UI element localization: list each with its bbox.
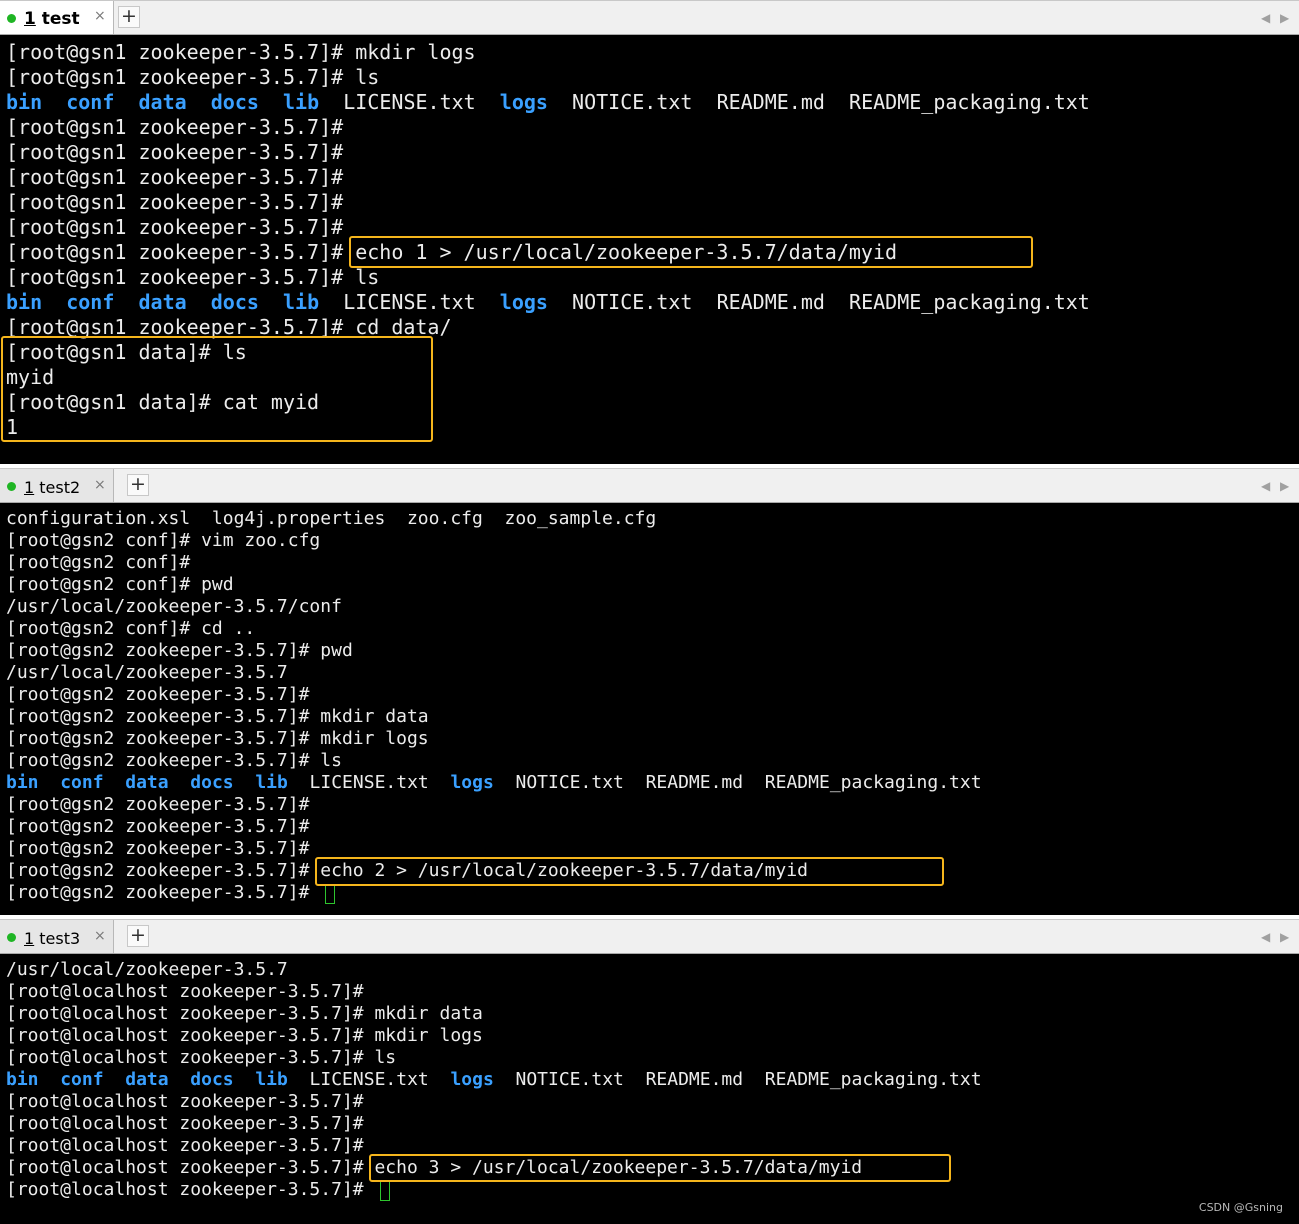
- new-tab-button[interactable]: +: [118, 6, 140, 28]
- terminal-line: /usr/local/zookeeper-3.5.7: [6, 662, 288, 683]
- terminal-line: /usr/local/zookeeper-3.5.7/conf: [6, 596, 342, 617]
- scroll-tabs-left-icon[interactable]: ◀: [1261, 11, 1270, 25]
- terminal-line: [root@gsn1 zookeeper-3.5.7]#: [6, 140, 344, 164]
- terminal-line: [root@gsn2 zookeeper-3.5.7]#: [6, 794, 310, 815]
- terminal-line: [root@gsn2 zookeeper-3.5.7]# pwd: [6, 640, 353, 661]
- new-tab-button[interactable]: +: [127, 474, 149, 496]
- terminal-cursor: [325, 884, 335, 904]
- terminal-pane-1[interactable]: [root@gsn1 zookeeper-3.5.7]# mkdir logs …: [0, 35, 1299, 464]
- ls-output-line: bin conf data docs lib LICENSE.txt logs …: [6, 290, 1090, 314]
- ls-output-line: bin conf data docs lib LICENSE.txt logs …: [6, 90, 1090, 114]
- tab-label: 1 test3: [24, 929, 81, 948]
- tab-test[interactable]: 1 test ×: [0, 1, 114, 34]
- scroll-tabs-left-icon[interactable]: ◀: [1261, 930, 1270, 944]
- tab-bar-1: 1 test × + ◀ ▶: [0, 0, 1299, 35]
- terminal-line: [root@localhost zookeeper-3.5.7]# mkdir …: [6, 1003, 483, 1024]
- terminal-line: [root@gsn2 zookeeper-3.5.7]# mkdir data: [6, 706, 429, 727]
- terminal-line: [root@localhost zookeeper-3.5.7]# mkdir …: [6, 1025, 483, 1046]
- tab-label: 1 test: [24, 9, 80, 29]
- tab-bar-3: 1 test3 × + ◀ ▶: [0, 919, 1299, 954]
- connected-status-icon: [7, 14, 16, 23]
- terminal-line: [root@gsn2 zookeeper-3.5.7]#: [6, 838, 310, 859]
- terminal-line: [root@gsn2 conf]# cd ..: [6, 618, 256, 639]
- close-tab-icon[interactable]: ×: [94, 477, 106, 493]
- tab-test3[interactable]: 1 test3 ×: [0, 920, 114, 953]
- scroll-tabs-right-icon[interactable]: ▶: [1280, 930, 1289, 944]
- terminal-line: [root@gsn2 zookeeper-3.5.7]#: [6, 684, 310, 705]
- terminal-line: [root@gsn2 zookeeper-3.5.7]# ls: [6, 750, 342, 771]
- tab-label: 1 test2: [24, 478, 81, 497]
- scroll-tabs-right-icon[interactable]: ▶: [1280, 11, 1289, 25]
- highlight-echo-command-1: [349, 236, 1033, 268]
- ls-output-line: bin conf data docs lib LICENSE.txt logs …: [6, 772, 982, 793]
- terminal-line: [root@gsn2 conf]#: [6, 552, 191, 573]
- terminal-line: configuration.xsl log4j.properties zoo.c…: [6, 508, 657, 529]
- terminal-line: [root@gsn2 zookeeper-3.5.7]#: [6, 882, 321, 903]
- terminal-line: [root@localhost zookeeper-3.5.7]#: [6, 1091, 364, 1112]
- terminal-line: [root@gsn1 zookeeper-3.5.7]# ls: [6, 265, 380, 289]
- terminal-line: [root@gsn2 zookeeper-3.5.7]#: [6, 816, 310, 837]
- terminal-pane-2[interactable]: configuration.xsl log4j.properties zoo.c…: [0, 503, 1299, 915]
- terminal-line: [root@gsn2 zookeeper-3.5.7]# mkdir logs: [6, 728, 429, 749]
- terminal-pane-3[interactable]: /usr/local/zookeeper-3.5.7 [root@localho…: [0, 954, 1299, 1224]
- terminal-line: [root@gsn1 zookeeper-3.5.7]#: [6, 215, 344, 239]
- terminal-line: [root@gsn2 conf]# vim zoo.cfg: [6, 530, 321, 551]
- terminal-line: [root@gsn1 zookeeper-3.5.7]#: [6, 165, 344, 189]
- terminal-line: [root@localhost zookeeper-3.5.7]#: [6, 1135, 364, 1156]
- terminal-line: [root@localhost zookeeper-3.5.7]#: [6, 1113, 364, 1134]
- highlight-echo-command-3: [369, 1154, 951, 1182]
- terminal-line: [root@localhost zookeeper-3.5.7]#: [6, 981, 364, 1002]
- watermark: CSDN @Gsning: [1198, 1201, 1283, 1214]
- connected-status-icon: [7, 482, 16, 491]
- ls-output-line: bin conf data docs lib LICENSE.txt logs …: [6, 1069, 982, 1090]
- tab-test2[interactable]: 1 test2 ×: [0, 469, 114, 502]
- highlight-echo-command-2: [315, 857, 944, 886]
- close-tab-icon[interactable]: ×: [94, 928, 106, 944]
- scroll-tabs-left-icon[interactable]: ◀: [1261, 479, 1270, 493]
- highlight-myid-output-1: [1, 336, 433, 442]
- terminal-line: [root@localhost zookeeper-3.5.7]#: [6, 1179, 375, 1200]
- terminal-line: [root@gsn1 zookeeper-3.5.7]#: [6, 115, 344, 139]
- tab-bar-2: 1 test2 × + ◀ ▶: [0, 468, 1299, 503]
- scroll-tabs-right-icon[interactable]: ▶: [1280, 479, 1289, 493]
- connected-status-icon: [7, 933, 16, 942]
- terminal-line: [root@gsn1 zookeeper-3.5.7]# ls: [6, 65, 380, 89]
- terminal-line: [root@gsn1 zookeeper-3.5.7]#: [6, 190, 344, 214]
- terminal-line: [root@gsn1 zookeeper-3.5.7]# mkdir logs: [6, 40, 476, 64]
- terminal-line: [root@localhost zookeeper-3.5.7]# ls: [6, 1047, 397, 1068]
- terminal-cursor: [380, 1181, 390, 1201]
- close-tab-icon[interactable]: ×: [94, 8, 106, 24]
- new-tab-button[interactable]: +: [127, 925, 149, 947]
- terminal-line: [root@gsn2 conf]# pwd: [6, 574, 234, 595]
- terminal-line: /usr/local/zookeeper-3.5.7: [6, 959, 288, 980]
